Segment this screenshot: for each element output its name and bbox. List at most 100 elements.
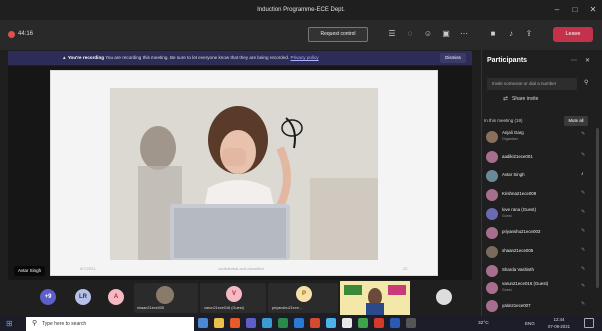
request-control-button[interactable]: Request control <box>308 27 368 42</box>
more-icon[interactable]: ⋯ <box>458 28 470 40</box>
notification-icon[interactable] <box>584 318 594 328</box>
avatar <box>486 208 498 220</box>
leave-button[interactable]: Leave <box>553 27 593 42</box>
participant-role: Guest <box>502 214 512 218</box>
app-icon[interactable] <box>342 318 352 328</box>
banner-bold: You're recording <box>67 55 105 60</box>
slide-page-number: 22 <box>403 266 408 271</box>
tile-name: varun21ece016 (Guest) <box>204 306 244 310</box>
share-invite-link[interactable]: Share invite <box>512 96 538 102</box>
settings-icon[interactable] <box>406 318 416 328</box>
participants-icon[interactable]: ☰ <box>386 28 398 40</box>
leave-label: Leave <box>565 31 581 37</box>
app-icon[interactable] <box>230 318 240 328</box>
mic-icon[interactable]: ♪ <box>505 28 517 40</box>
powerpoint-icon[interactable] <box>374 318 384 328</box>
reactions-icon[interactable]: ☺ <box>422 28 434 40</box>
participant-name: Avtar Singh <box>502 172 525 177</box>
avatar <box>486 170 498 182</box>
avatar <box>486 246 498 258</box>
mic-off-icon: ✎ <box>581 247 586 253</box>
camera-icon[interactable]: ■ <box>487 28 499 40</box>
chrome-icon[interactable] <box>278 318 288 328</box>
search-icon[interactable]: ⚲ <box>584 79 588 86</box>
slide-date: 9/7/2021 <box>80 266 96 271</box>
participant-name: Sharda Vashisth <box>502 267 534 272</box>
taskview-icon[interactable] <box>198 318 208 328</box>
share-screen-icon[interactable]: ⇪ <box>523 28 535 40</box>
slide-footer: confidential and classified <box>218 266 264 271</box>
recording-dot-icon <box>8 31 15 38</box>
maximize-icon[interactable]: □ <box>566 0 584 20</box>
mute-all-button[interactable]: Mute all <box>564 116 588 126</box>
mail-icon[interactable] <box>326 318 336 328</box>
tile-name: priyanshu21ece... <box>272 306 302 310</box>
participant-avatar[interactable]: A <box>108 289 124 305</box>
mic-off-icon: ✎ <box>581 152 586 158</box>
banner-message: You are recording this meeting. Be sure … <box>105 55 290 60</box>
avatar <box>486 300 498 312</box>
scrollbar[interactable] <box>596 128 599 288</box>
clock-time: 12:44 <box>553 317 565 322</box>
close-panel-icon[interactable]: ✕ <box>585 57 590 64</box>
taskbar-search[interactable]: Type here to search <box>26 317 194 331</box>
mic-icon: ♪ <box>581 171 584 177</box>
participant-name: aadiki21ece001 <box>502 154 533 159</box>
participant-avatar[interactable] <box>436 289 452 305</box>
share-invite-icon[interactable]: ⇄ <box>503 95 508 102</box>
app-icon[interactable] <box>262 318 272 328</box>
more-options-icon[interactable]: ⋯ <box>571 57 577 64</box>
mic-off-icon: ✎ <box>581 301 586 307</box>
avatar <box>486 282 498 294</box>
tired-woman-image <box>110 88 378 260</box>
weather-widget[interactable]: 32°C <box>478 318 489 329</box>
avatar <box>486 265 498 277</box>
panel-title: Participants <box>487 57 528 64</box>
invite-input[interactable]: Invite someone or dial a number <box>487 78 577 90</box>
participant-name: priyanshu21ece003 <box>502 229 541 234</box>
more-participants-avatar[interactable]: +9 <box>40 289 56 305</box>
excel-icon[interactable] <box>358 318 368 328</box>
mic-off-icon: ✎ <box>581 283 586 289</box>
mic-off-icon: ✎ <box>581 190 586 196</box>
word-icon[interactable] <box>390 318 400 328</box>
participant-name: varun21ece016 (Guest) <box>502 281 549 286</box>
participant-name: Anjali Garg <box>502 130 524 135</box>
file-explorer-icon[interactable] <box>214 318 224 328</box>
video-feed[interactable] <box>340 281 410 315</box>
presenter-name: Avtar Singh <box>14 266 46 276</box>
window-title: Induction Programme-ECE Dept. <box>257 7 345 13</box>
chat-icon[interactable]: ◌ <box>404 28 416 40</box>
participant-name: love rana (Guest) <box>502 207 536 212</box>
video-feed-image <box>340 281 410 315</box>
slide-photo <box>110 88 378 260</box>
avatar <box>486 151 498 163</box>
avatar <box>486 131 498 143</box>
teams-icon[interactable] <box>246 318 256 328</box>
meeting-timer: 44:16 <box>18 31 34 37</box>
privacy-link[interactable]: Privacy policy <box>291 55 319 60</box>
edge-icon[interactable] <box>294 318 304 328</box>
dismiss-button[interactable]: Dismiss <box>440 53 466 63</box>
clock[interactable]: 12:44 07-09-2021 <box>548 316 570 330</box>
recording-banner-text: ▲ You're recording You are recording thi… <box>62 51 319 65</box>
mic-off-icon: ✎ <box>581 209 586 215</box>
avatar <box>156 286 174 304</box>
clock-date: 07-09-2021 <box>548 324 570 329</box>
app-icon[interactable] <box>310 318 320 328</box>
avatar <box>486 189 498 201</box>
participant-avatar[interactable]: LR <box>75 289 91 305</box>
participant-name: shaan21ece005 <box>502 248 534 253</box>
close-icon[interactable]: ✕ <box>584 0 602 20</box>
mic-off-icon: ✎ <box>581 131 586 137</box>
rooms-icon[interactable]: ▣ <box>440 28 452 40</box>
participant-avatar: V <box>226 286 242 302</box>
avatar <box>486 227 498 239</box>
tile-name: shaan21ece005 <box>137 306 165 310</box>
language-indicator[interactable]: ENG <box>525 318 535 329</box>
minimize-icon[interactable]: – <box>548 0 566 20</box>
participant-name: yatin21ece007 <box>502 303 531 308</box>
windows-start-icon[interactable]: ⊞ <box>6 318 13 329</box>
mic-off-icon: ✎ <box>581 228 586 234</box>
in-meeting-header[interactable]: In this meeting (19) <box>484 118 523 123</box>
